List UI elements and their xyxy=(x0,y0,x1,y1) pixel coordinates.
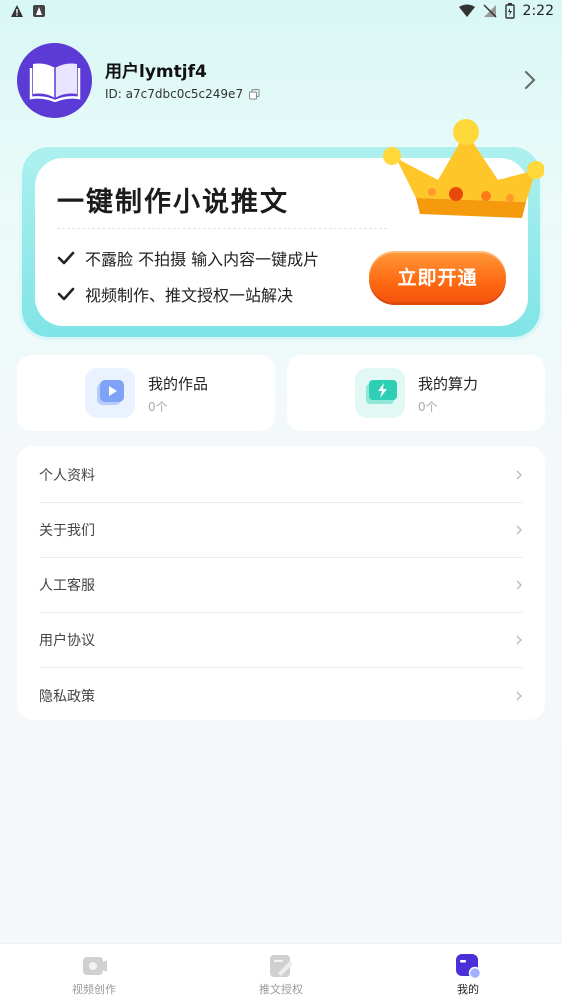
user-id-text: ID: a7c7dbc0c5c249e7 xyxy=(105,87,244,101)
menu-item-label: 用户协议 xyxy=(39,633,95,649)
app-notification-icon xyxy=(33,5,45,17)
my-works-card[interactable]: 我的作品 0个 xyxy=(17,355,275,431)
status-time: 2:22 xyxy=(522,3,554,19)
check-icon xyxy=(57,251,75,265)
chevron-right-icon xyxy=(516,470,522,480)
video-create-icon xyxy=(83,957,107,975)
my-works-count: 0个 xyxy=(148,400,168,414)
check-icon xyxy=(57,287,75,301)
my-works-title: 我的作品 xyxy=(148,375,209,393)
avatar[interactable] xyxy=(17,43,92,118)
settings-menu: 个人资料 关于我们 人工客服 用户协议 隐私政策 xyxy=(17,446,545,720)
authorize-icon xyxy=(270,955,293,977)
menu-item-about[interactable]: 关于我们 xyxy=(39,503,523,558)
status-bar: 2:22 xyxy=(0,0,562,24)
profile-icon xyxy=(456,954,481,979)
video-play-icon xyxy=(85,368,135,418)
menu-item-label: 人工客服 xyxy=(39,578,95,594)
tab-mine[interactable]: 我的 xyxy=(408,944,528,1000)
profile-chevron-right-icon[interactable] xyxy=(524,70,536,90)
tab-video-create[interactable]: 视频创作 xyxy=(34,944,154,1000)
chevron-right-icon xyxy=(516,635,522,645)
tab-label: 我的 xyxy=(457,983,479,996)
tab-authorize[interactable]: 推文授权 xyxy=(221,944,341,1000)
warning-icon xyxy=(11,5,23,17)
menu-item-label: 关于我们 xyxy=(39,523,95,539)
menu-item-user-agreement[interactable]: 用户协议 xyxy=(39,613,523,668)
my-computing-card[interactable]: 我的算力 0个 xyxy=(287,355,545,431)
chevron-right-icon xyxy=(516,580,522,590)
banner-feature-text: 不露脸 不拍摄 输入内容一键成片 xyxy=(85,250,320,269)
menu-item-label: 隐私政策 xyxy=(39,688,95,705)
menu-item-label: 个人资料 xyxy=(39,468,95,484)
open-book-icon xyxy=(29,63,80,102)
menu-item-customer-service[interactable]: 人工客服 xyxy=(39,558,523,613)
menu-item-privacy-policy[interactable]: 隐私政策 xyxy=(39,668,523,723)
battery-icon xyxy=(504,3,515,19)
crown-icon xyxy=(383,119,544,218)
user-id-row: ID: a7c7dbc0c5c249e7 xyxy=(105,87,260,101)
banner-divider xyxy=(57,228,387,229)
banner-feature-text: 视频制作、推文授权一站解决 xyxy=(85,286,294,305)
my-computing-count: 0个 xyxy=(418,400,438,414)
banner-feature-1: 不露脸 不拍摄 输入内容一键成片 xyxy=(57,246,319,270)
my-computing-title: 我的算力 xyxy=(418,375,479,393)
banner-title: 一键制作小说推文 xyxy=(57,187,289,218)
username: 用户lymtjf4 xyxy=(105,62,207,82)
lightning-icon xyxy=(355,368,405,418)
copy-icon[interactable] xyxy=(249,88,260,100)
tab-label: 视频创作 xyxy=(72,983,116,996)
menu-item-profile[interactable]: 个人资料 xyxy=(39,448,523,503)
wifi-icon xyxy=(458,4,475,17)
no-signal-icon xyxy=(483,4,497,18)
bottom-nav: 视频创作 推文授权 我的 xyxy=(0,943,562,1000)
chevron-right-icon xyxy=(516,525,522,535)
subscribe-button[interactable]: 立即开通 xyxy=(369,251,506,302)
chevron-right-icon xyxy=(516,691,522,700)
banner-feature-2: 视频制作、推文授权一站解决 xyxy=(57,282,293,306)
tab-label: 推文授权 xyxy=(259,983,303,996)
